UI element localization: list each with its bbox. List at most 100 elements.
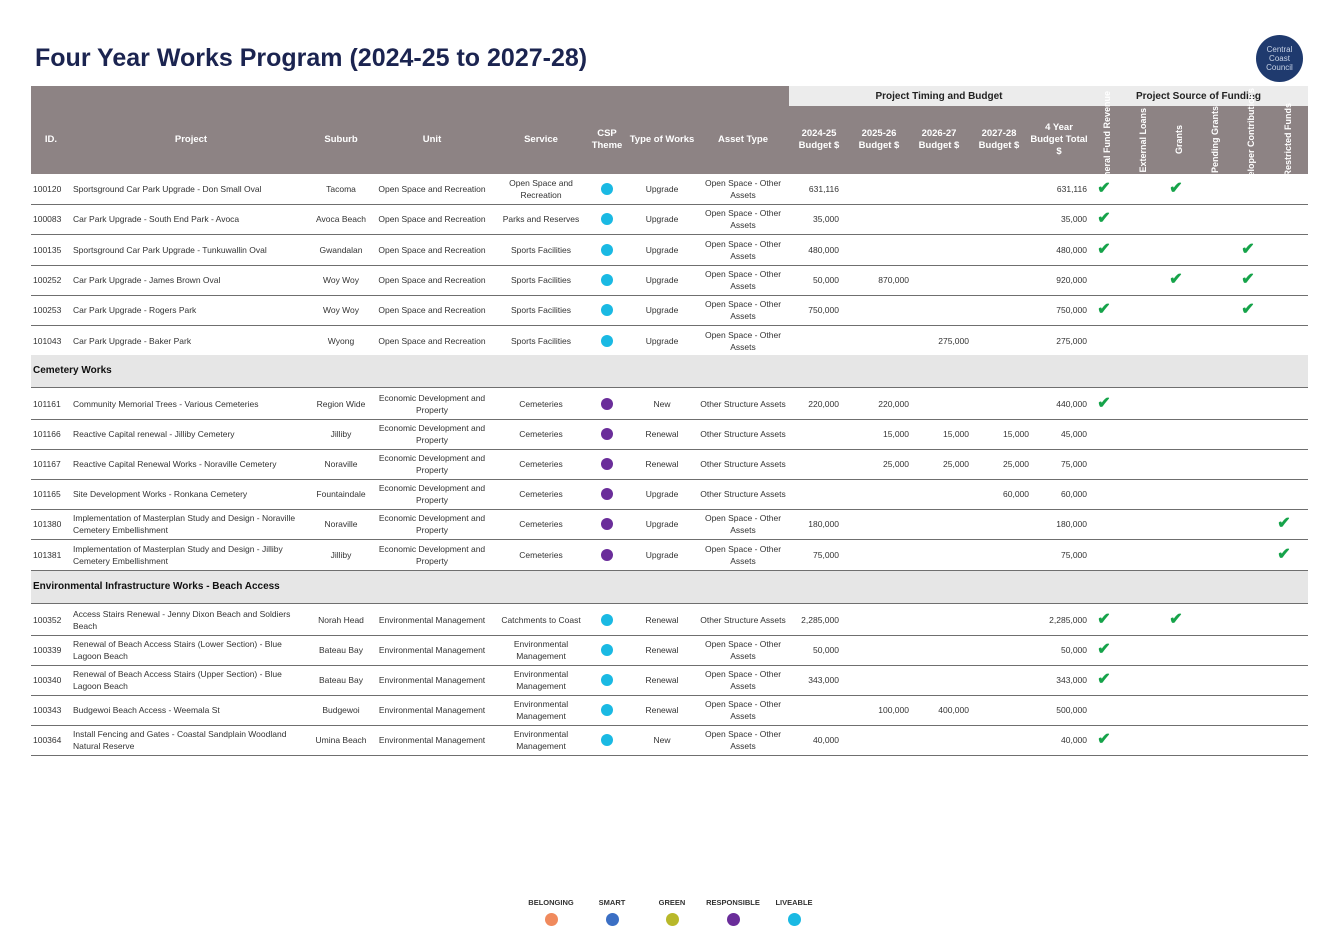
cell-unit-text: Economic Development and Property (378, 392, 486, 415)
checkmark-icon: ✔ (1277, 545, 1291, 563)
cell-b1-text: 631,116 (808, 184, 839, 194)
header-budget-2025-26: 2025-26 Budget $ (858, 128, 900, 151)
cell-b2 (849, 295, 909, 325)
cell-type-text: Renewal (645, 705, 679, 716)
checkmark-icon: ✔ (1097, 240, 1111, 258)
cell-suburb-text: Jilliby (330, 549, 352, 560)
funding-general-fund-cell: ✔ (1089, 174, 1119, 204)
cell-b2 (849, 509, 909, 539)
cell-suburb-text: Noraville (324, 458, 358, 469)
cell-b3: 400,000 (909, 695, 969, 725)
cell-suburb: Woy Woy (311, 295, 371, 325)
cell-project-text: Reactive Capital renewal - Jilliby Cemet… (73, 428, 235, 439)
cell-total-text: 180,000 (1056, 519, 1087, 530)
cell-unit: Economic Development and Property (371, 479, 493, 509)
cell-id: 101167 (31, 449, 71, 479)
cell-asset-text: Open Space - Other Assets (704, 208, 782, 231)
cell-unit-text: Open Space and Recreation (378, 274, 486, 285)
funding-developer-contributions-cell: ✔ (1233, 235, 1263, 265)
cell-b2 (849, 326, 909, 356)
cell-unit-text: Environmental Management (378, 705, 486, 716)
cell-unit: Open Space and Recreation (371, 204, 493, 234)
cell-unit-text: Economic Development and Property (378, 543, 486, 566)
cell-service: Cemeteries (493, 540, 589, 570)
header-developer-contributions: Developer Contributions (1246, 87, 1256, 193)
table-row: 100343 Budgewoi Beach Access - Weemala St… (31, 695, 1308, 727)
cell-suburb: Budgewoi (311, 695, 371, 725)
cell-total: 500,000 (1029, 695, 1089, 725)
cell-suburb: Norah Head (311, 605, 371, 635)
cell-b1 (789, 479, 849, 509)
cell-service-text: Cemeteries (519, 519, 563, 530)
cell-b2-text: 25,000 (883, 458, 909, 469)
cell-b4 (969, 265, 1029, 295)
csp-theme-cell (589, 635, 625, 665)
cell-b3 (909, 204, 969, 234)
cell-suburb-text: Tacoma (326, 184, 356, 194)
cell-project: Sportsground Car Park Upgrade - Don Smal… (71, 174, 311, 204)
table-row: 100120 Sportsground Car Park Upgrade - Do… (31, 174, 1308, 205)
cell-b4: 25,000 (969, 449, 1029, 479)
cell-unit: Economic Development and Property (371, 449, 493, 479)
cell-unit: Open Space and Recreation (371, 295, 493, 325)
cell-suburb-text: Wyong (327, 335, 355, 346)
legend-item-belonging: BELONGING (521, 898, 581, 926)
section-title: Cemetery Works (33, 365, 112, 376)
cell-type: Upgrade (625, 509, 699, 539)
cell-b2 (849, 479, 909, 509)
cell-service-text: Cemeteries (519, 489, 563, 500)
cell-id: 101165 (31, 479, 71, 509)
cell-type-text: Upgrade (645, 335, 679, 346)
csp-theme-dot (601, 183, 613, 195)
cell-service: Sports Facilities (493, 235, 589, 265)
cell-b4: 60,000 (969, 479, 1029, 509)
cell-type: Renewal (625, 419, 699, 449)
checkmark-icon: ✔ (1097, 670, 1111, 688)
cell-asset: Open Space - Other Assets (699, 695, 787, 725)
cell-id-text: 101381 (33, 549, 62, 560)
funding-general-fund-cell: ✔ (1089, 235, 1119, 265)
cell-service-text: Environmental Management (513, 668, 569, 691)
cell-suburb-text: Bateau Bay (319, 674, 363, 685)
header-budget-2026-27: 2026-27 Budget $ (918, 128, 960, 151)
cell-b4 (969, 665, 1029, 695)
cell-b3 (909, 265, 969, 295)
cell-unit: Open Space and Recreation (371, 174, 493, 204)
cell-type: Upgrade (625, 174, 699, 204)
cell-b1: 35,000 (789, 204, 849, 234)
cell-id: 100120 (31, 174, 71, 204)
cell-service: Cemeteries (493, 509, 589, 539)
cell-type: New (625, 725, 699, 755)
cell-b3 (909, 389, 969, 419)
banner-spacer (31, 86, 789, 106)
cell-project: Install Fencing and Gates - Coastal Sand… (71, 725, 311, 755)
cell-b1-text: 343,000 (808, 674, 839, 685)
cell-type: Upgrade (625, 326, 699, 356)
cell-id-text: 100352 (33, 614, 62, 625)
cell-type: New (625, 389, 699, 419)
csp-theme-cell (589, 665, 625, 695)
cell-b1-text: 220,000 (808, 398, 839, 409)
legend-label: SMART (598, 898, 626, 907)
cell-project-text: Budgewoi Beach Access - Weemala St (73, 705, 220, 716)
csp-theme-cell (589, 389, 625, 419)
cell-id-text: 101165 (33, 489, 61, 500)
cell-suburb: Bateau Bay (311, 635, 371, 665)
header-service: Service (524, 134, 558, 145)
cell-total: 343,000 (1029, 665, 1089, 695)
cell-project: Access Stairs Renewal - Jenny Dixon Beac… (71, 605, 311, 635)
cell-asset-text: Open Space - Other Assets (704, 699, 782, 722)
cell-suburb-text: Woy Woy (322, 305, 360, 316)
cell-suburb-text: Bateau Bay (319, 644, 363, 655)
cell-b1: 480,000 (789, 235, 849, 265)
csp-theme-cell (589, 326, 625, 356)
cell-b2 (849, 540, 909, 570)
cell-asset-text: Other Structure Assets (700, 489, 786, 500)
cell-id-text: 101166 (33, 428, 61, 439)
cell-project-text: Implementation of Masterplan Study and D… (73, 513, 296, 536)
cell-service: Sports Facilities (493, 295, 589, 325)
header-budget-2027-28: 2027-28 Budget $ (978, 128, 1020, 151)
cell-total: 40,000 (1029, 725, 1089, 755)
cell-unit: Economic Development and Property (371, 419, 493, 449)
cell-unit-text: Environmental Management (378, 614, 486, 625)
